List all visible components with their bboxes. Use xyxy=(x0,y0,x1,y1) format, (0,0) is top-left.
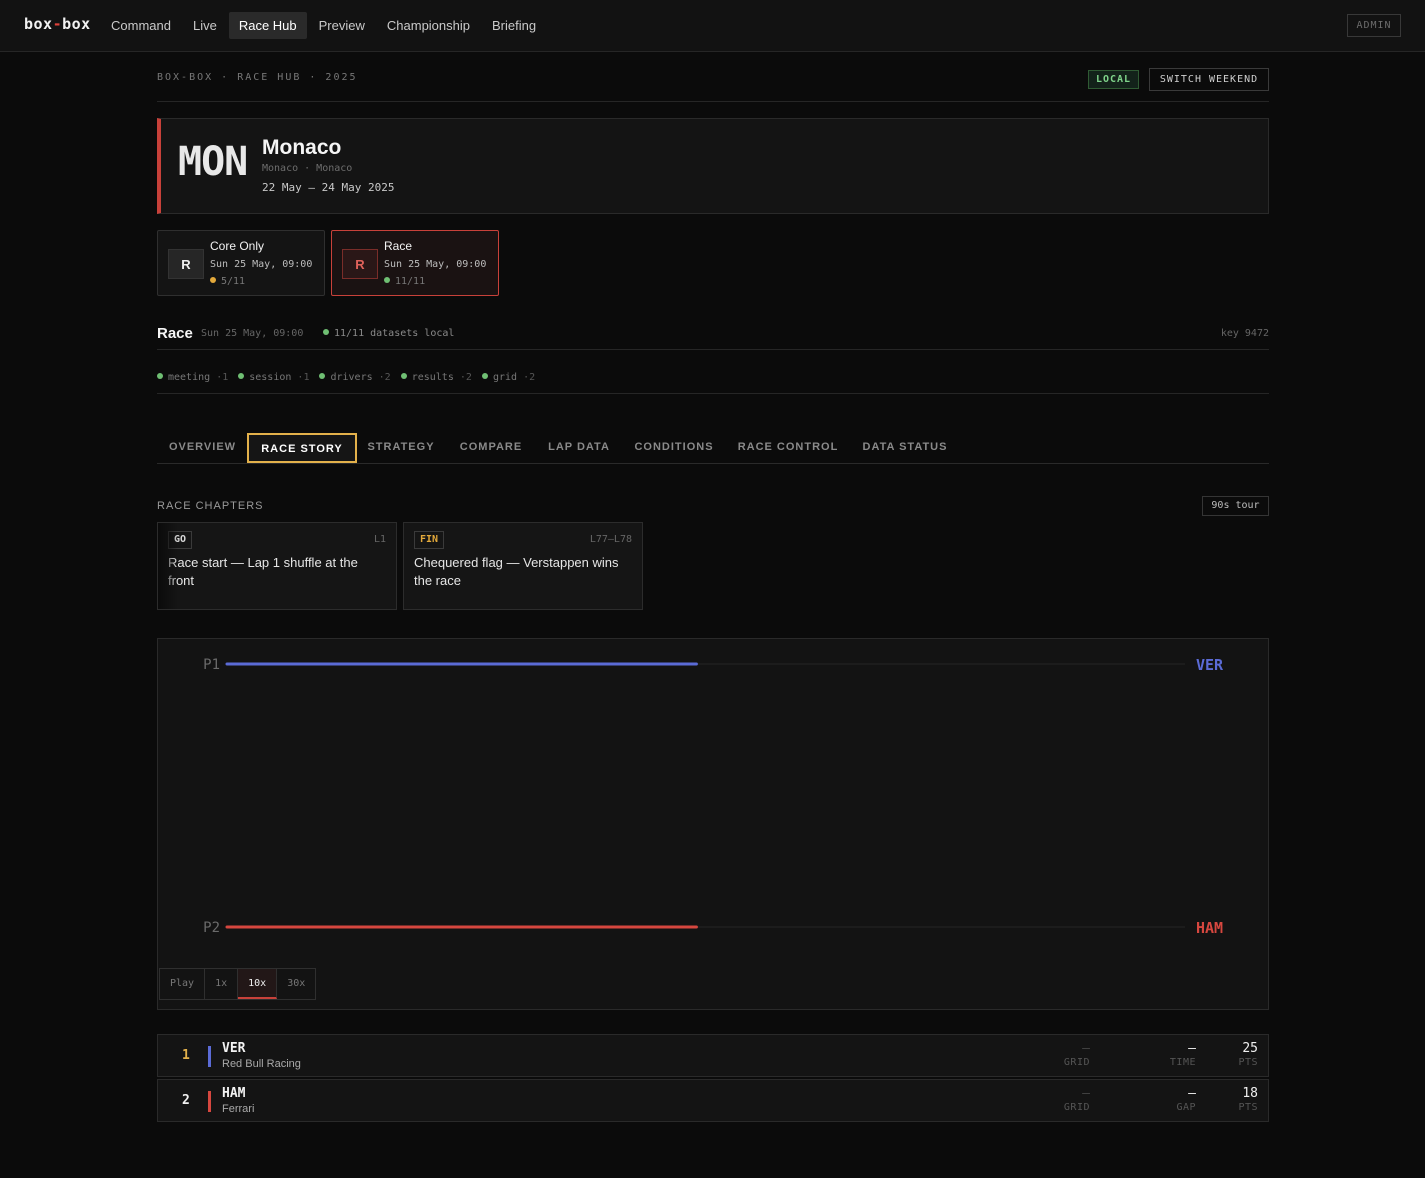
breadcrumb: BOX-BOX · RACE HUB · 2025 xyxy=(157,72,358,83)
session-card-race[interactable]: R Race Sun 25 May, 09:00 11/11 xyxy=(331,230,499,296)
divider xyxy=(157,393,1269,394)
tab-race-control[interactable]: RACE CONTROL xyxy=(731,433,845,463)
top-navbar: box-box Command Live Race Hub Preview Ch… xyxy=(0,0,1425,52)
nav-race-hub[interactable]: Race Hub xyxy=(228,12,307,39)
series-label-ver: VER xyxy=(1196,656,1224,674)
status-dot-icon xyxy=(323,329,329,335)
chapters-title: RACE CHAPTERS xyxy=(157,500,264,512)
time-col: — TIME xyxy=(1169,1041,1196,1068)
driver-code: VER xyxy=(222,1041,246,1056)
session-header: Race Sun 25 May, 09:00 11/11 datasets lo… xyxy=(157,325,1269,345)
dataset-item: grid ·2 xyxy=(481,372,535,383)
team-color-bar xyxy=(208,1046,211,1067)
chapter-tag: FIN xyxy=(414,531,445,549)
session-card-core-only[interactable]: R Core Only Sun 25 May, 09:00 5/11 xyxy=(157,230,325,296)
status-dot-icon xyxy=(210,277,216,283)
session-time: Sun 25 May, 09:00 xyxy=(384,259,487,270)
tab-data-status[interactable]: DATA STATUS xyxy=(855,433,955,463)
tab-strategy[interactable]: STRATEGY xyxy=(357,433,445,463)
play-button[interactable]: Play xyxy=(160,969,206,999)
fade-overlay xyxy=(158,523,178,609)
event-dates: 22 May – 24 May 2025 xyxy=(262,181,395,194)
position-chart-svg: P1 P2 VER HAM xyxy=(203,656,1224,937)
nav-live[interactable]: Live xyxy=(183,12,227,39)
dataset-item: session ·1 xyxy=(238,372,309,383)
team-name: Red Bull Racing xyxy=(222,1058,301,1070)
session-title: Race xyxy=(157,325,193,342)
session-race-icon: R xyxy=(342,249,378,279)
datasets-status: 11/11 datasets local xyxy=(323,328,454,339)
driver-code: HAM xyxy=(222,1086,246,1101)
status-dot-icon xyxy=(319,373,326,379)
team-color-bar xyxy=(208,1091,211,1112)
series-label-ham: HAM xyxy=(1196,919,1223,937)
grid-col: – GRID xyxy=(1063,1086,1090,1113)
tab-conditions[interactable]: CONDITIONS xyxy=(627,433,721,463)
event-name: Monaco xyxy=(262,136,342,159)
session-title: Core Only xyxy=(210,239,265,253)
event-card: MON Monaco Monaco · Monaco 22 May – 24 M… xyxy=(157,118,1269,214)
y-tick-label: P1 xyxy=(203,657,220,673)
chapter-text: Race start — Lap 1 shuffle at the front xyxy=(168,555,358,588)
event-code: MON xyxy=(178,139,248,185)
tab-compare[interactable]: COMPARE xyxy=(447,433,535,463)
y-tick-label: P2 xyxy=(203,920,220,936)
session-dataset-count: 5/11 xyxy=(210,276,245,287)
status-dot-icon xyxy=(238,373,245,379)
tab-bar: OVERVIEW RACE STORY STRATEGY COMPARE LAP… xyxy=(157,433,1269,464)
admin-button[interactable]: ADMIN xyxy=(1347,14,1401,37)
switch-weekend-button[interactable]: SWITCH WEEKEND xyxy=(1149,68,1269,91)
event-location: Monaco · Monaco xyxy=(262,163,353,174)
session-race-icon: R xyxy=(168,249,204,279)
session-dataset-count: 11/11 xyxy=(384,276,425,287)
divider xyxy=(157,101,1269,102)
nav-links: Command Live Race Hub Preview Championsh… xyxy=(101,12,548,39)
nav-preview[interactable]: Preview xyxy=(309,12,375,39)
session-datetime: Sun 25 May, 09:00 xyxy=(201,328,304,339)
chapter-laps: L77–L78 xyxy=(589,534,632,545)
points-col: 25 PTS xyxy=(1238,1041,1258,1068)
nav-command[interactable]: Command xyxy=(101,12,181,39)
result-position: 2 xyxy=(182,1093,190,1108)
nav-championship[interactable]: Championship xyxy=(377,12,480,39)
chapter-card-start[interactable]: GO L1 Race start — Lap 1 shuffle at the … xyxy=(157,522,397,610)
speed-10x-button[interactable]: 10x xyxy=(238,969,278,999)
chapter-laps: L1 xyxy=(373,534,386,545)
tour-button[interactable]: 90s tour xyxy=(1202,496,1269,516)
session-time: Sun 25 May, 09:00 xyxy=(210,259,313,270)
dataset-item: results ·2 xyxy=(400,372,472,383)
team-name: Ferrari xyxy=(222,1103,255,1115)
status-dot-icon xyxy=(481,373,488,379)
result-row[interactable]: 1 VER Red Bull Racing – GRID — TIME 25 PTS xyxy=(157,1034,1269,1077)
status-dot-icon xyxy=(384,277,390,283)
result-position: 1 xyxy=(182,1048,190,1063)
session-title: Race xyxy=(384,239,413,253)
playback-controls: Play 1x 10x 30x xyxy=(159,968,317,1000)
tab-lap-data[interactable]: LAP DATA xyxy=(537,433,621,463)
divider xyxy=(157,349,1269,350)
status-dot-icon xyxy=(157,373,163,379)
chapter-text: Chequered flag — Verstappen wins the rac… xyxy=(414,555,619,588)
local-badge: LOCAL xyxy=(1088,70,1139,89)
result-row[interactable]: 2 HAM Ferrari – GRID — GAP 18 PTS xyxy=(157,1079,1269,1122)
session-key: key 9472 xyxy=(1220,328,1269,339)
status-dot-icon xyxy=(400,373,407,379)
tab-race-story[interactable]: RACE STORY xyxy=(247,433,357,463)
points-col: 18 PTS xyxy=(1238,1086,1258,1113)
gap-col: — GAP xyxy=(1176,1086,1196,1113)
datasets-list: meeting ·1 session ·1 drivers ·2 results… xyxy=(157,372,545,383)
brand-logo[interactable]: box-box xyxy=(24,15,91,33)
chapter-card-finish[interactable]: FIN L77–L78 Chequered flag — Verstappen … xyxy=(403,522,643,610)
grid-col: – GRID xyxy=(1063,1041,1090,1068)
speed-1x-button[interactable]: 1x xyxy=(205,969,239,999)
race-story-chart: P1 P2 VER HAM Play 1x 10x 30x xyxy=(157,638,1269,1010)
nav-briefing[interactable]: Briefing xyxy=(482,12,546,39)
dataset-item: drivers ·2 xyxy=(319,372,391,383)
dataset-item: meeting ·1 xyxy=(157,372,228,383)
tab-overview[interactable]: OVERVIEW xyxy=(157,433,248,463)
speed-30x-button[interactable]: 30x xyxy=(277,969,315,999)
